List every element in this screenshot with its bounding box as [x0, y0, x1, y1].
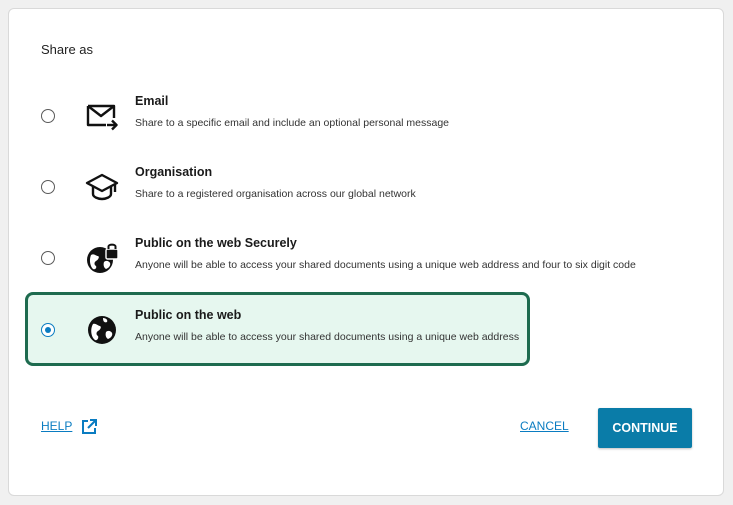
share-option-public-secure[interactable]: Public on the web Securely Anyone will b… [25, 220, 636, 294]
option-description: Share to a specific email and include an… [135, 117, 450, 129]
globe-lock-icon [85, 241, 119, 275]
share-option-email[interactable]: Email Share to a specific email and incl… [25, 78, 530, 152]
radio-public[interactable] [41, 323, 55, 337]
option-title: Organisation [135, 165, 213, 179]
share-dialog: Share as Email Share to a specific email… [8, 8, 724, 496]
option-description: Share to a registered organisation acros… [135, 188, 416, 200]
share-option-public[interactable]: Public on the web Anyone will be able to… [25, 292, 530, 366]
globe-icon [85, 313, 119, 347]
option-description: Anyone will be able to access your share… [135, 259, 636, 271]
help-link[interactable]: HELP [41, 419, 72, 433]
dialog-title: Share as [41, 42, 94, 57]
option-title: Public on the web Securely [135, 236, 297, 250]
radio-organisation[interactable] [41, 180, 55, 194]
option-description: Anyone will be able to access your share… [135, 331, 520, 343]
option-title: Public on the web [135, 308, 242, 322]
external-link-icon[interactable] [80, 418, 98, 436]
continue-button[interactable]: CONTINUE [598, 408, 692, 448]
radio-public-secure[interactable] [41, 251, 55, 265]
graduation-cap-icon [85, 170, 119, 204]
share-option-organisation[interactable]: Organisation Share to a registered organ… [25, 149, 530, 223]
option-title: Email [135, 94, 169, 108]
email-send-icon [85, 99, 119, 133]
radio-email[interactable] [41, 109, 55, 123]
cancel-button[interactable]: CANCEL [520, 419, 569, 433]
